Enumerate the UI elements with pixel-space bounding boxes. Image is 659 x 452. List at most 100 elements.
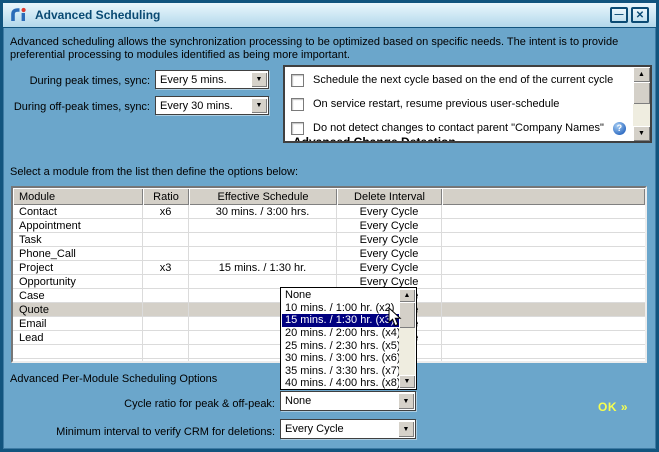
cell-module — [13, 359, 143, 361]
dropdown-item-x5[interactable]: 25 mins. / 2:30 hrs. (x5) — [282, 339, 399, 352]
dropdown-item-x8[interactable]: 40 mins. / 4:00 hrs. (x8) — [282, 377, 399, 390]
cell-ratio — [143, 345, 189, 358]
close-button[interactable]: ✕ — [631, 7, 649, 23]
cell-ratio — [143, 331, 189, 344]
dropdown-item-x3-highlighted[interactable]: 15 mins. / 1:30 hr. (x3) — [282, 314, 399, 327]
cell-schedule: 30 mins. / 3:00 hrs. — [189, 205, 337, 218]
dropdown-item-x7[interactable]: 35 mins. / 3:30 hrs. (x7) — [282, 365, 399, 378]
cell-empty — [442, 275, 645, 288]
table-row-contact[interactable]: Contact x6 30 mins. / 3:00 hrs. Every Cy… — [13, 205, 645, 219]
clipped-section-heading: Advanced Change Detection — [293, 135, 456, 143]
mouse-cursor — [388, 307, 402, 327]
cell-empty — [442, 331, 645, 344]
per-module-options-heading: Advanced Per-Module Scheduling Options — [10, 373, 218, 385]
cell-schedule — [189, 219, 337, 232]
chevron-down-icon[interactable]: ▼ — [398, 421, 414, 437]
column-header-module[interactable]: Module — [13, 188, 143, 205]
offpeak-sync-combobox[interactable]: Every 30 mins. ▼ — [155, 96, 269, 115]
scroll-down-icon[interactable]: ▼ — [399, 375, 415, 388]
ok-button[interactable]: OK » — [598, 400, 628, 414]
dropdown-item-x6[interactable]: 30 mins. / 3:00 hrs. (x6) — [282, 352, 399, 365]
scrollbar-thumb[interactable] — [633, 82, 650, 104]
checkbox-schedule-next-cycle[interactable] — [291, 73, 304, 87]
cell-empty — [442, 233, 645, 246]
dropdown-item-none[interactable]: None — [282, 289, 399, 302]
checkbox-label[interactable]: Do not detect changes to contact parent … — [313, 122, 604, 134]
cell-ratio — [143, 219, 189, 232]
scroll-up-icon[interactable]: ▲ — [399, 289, 415, 302]
table-header-row: Module Ratio Effective Schedule Delete I… — [13, 188, 645, 205]
cell-schedule — [189, 233, 337, 246]
dropdown-item-x4[interactable]: 20 mins. / 2:00 hrs. (x4) — [282, 327, 399, 340]
column-header-empty[interactable] — [442, 188, 645, 205]
minimize-button[interactable]: — — [610, 7, 628, 23]
cell-delete-interval: Every Cycle — [337, 219, 442, 232]
peak-sync-combobox[interactable]: Every 5 mins. ▼ — [155, 70, 269, 89]
cell-ratio: x3 — [143, 261, 189, 274]
cell-ratio — [143, 289, 189, 302]
offpeak-sync-value: Every 30 mins. — [160, 99, 233, 112]
cell-module: Phone_Call — [13, 247, 143, 260]
combo-arrow-glyph: ▼ — [402, 425, 410, 433]
cycle-ratio-combobox[interactable]: None ▼ — [280, 391, 416, 411]
cell-module: Lead — [13, 331, 143, 344]
delete-interval-label: Minimum interval to verify CRM for delet… — [56, 426, 275, 438]
cell-module: Project — [13, 261, 143, 274]
cell-module: Opportunity — [13, 275, 143, 288]
option-row-no-detect-changes[interactable]: Do not detect changes to contact parent … — [291, 121, 626, 135]
help-glyph: ? — [616, 123, 623, 133]
checkbox-label[interactable]: On service restart, resume previous user… — [313, 98, 559, 110]
window-title: Advanced Scheduling — [35, 8, 161, 22]
combo-arrow-glyph: ▼ — [255, 102, 263, 109]
cell-module: Email — [13, 317, 143, 330]
checkbox-service-restart[interactable] — [291, 97, 304, 111]
options-scrollbar[interactable]: ▲ ▼ — [633, 67, 650, 141]
table-row-appointment[interactable]: Appointment Every Cycle — [13, 219, 645, 233]
cell-empty — [442, 219, 645, 232]
chevron-down-icon[interactable]: ▼ — [398, 393, 414, 409]
cell-ratio — [143, 275, 189, 288]
scroll-up-glyph: ▲ — [638, 71, 645, 78]
module-table-instruction: Select a module from the list then defin… — [10, 166, 299, 178]
cell-module — [13, 345, 143, 358]
titlebar[interactable]: Advanced Scheduling — ✕ — [3, 3, 656, 28]
peak-sync-label: During peak times, sync: — [29, 75, 150, 87]
cell-delete-interval: Every Cycle — [337, 247, 442, 260]
scroll-up-icon[interactable]: ▲ — [633, 67, 650, 82]
column-header-ratio[interactable]: Ratio — [143, 188, 189, 205]
cell-module: Case — [13, 289, 143, 302]
combo-arrow-glyph: ▼ — [402, 397, 410, 405]
cell-ratio — [143, 247, 189, 260]
column-header-effective-schedule[interactable]: Effective Schedule — [189, 188, 337, 205]
chevron-down-icon[interactable]: ▼ — [251, 72, 267, 87]
help-icon[interactable]: ? — [612, 121, 626, 135]
advanced-scheduling-dialog: Advanced Scheduling — ✕ Advanced schedul… — [0, 0, 659, 452]
cell-empty — [442, 289, 645, 302]
cell-empty — [442, 345, 645, 358]
cell-schedule — [189, 247, 337, 260]
combo-arrow-glyph: ▼ — [255, 76, 263, 83]
option-row-schedule-next-cycle[interactable]: Schedule the next cycle based on the end… — [291, 73, 613, 87]
dropdown-scrollbar[interactable]: ▲ ▼ — [399, 289, 415, 388]
column-header-delete-interval[interactable]: Delete Interval — [337, 188, 442, 205]
chevron-down-icon[interactable]: ▼ — [251, 98, 267, 113]
description-text: Advanced scheduling allows the synchroni… — [10, 36, 619, 61]
delete-interval-value: Every Cycle — [285, 423, 344, 435]
table-row-project[interactable]: Project x3 15 mins. / 1:30 hr. Every Cyc… — [13, 261, 645, 275]
scroll-down-icon[interactable]: ▼ — [633, 126, 650, 141]
option-row-service-restart[interactable]: On service restart, resume previous user… — [291, 97, 559, 111]
delete-interval-combobox[interactable]: Every Cycle ▼ — [280, 419, 416, 439]
cell-ratio — [143, 359, 189, 361]
cell-empty — [442, 359, 645, 361]
checkbox-label[interactable]: Schedule the next cycle based on the end… — [313, 74, 613, 86]
table-row-task[interactable]: Task Every Cycle — [13, 233, 645, 247]
cell-module: Task — [13, 233, 143, 246]
dropdown-item-x2[interactable]: 10 mins. / 1:00 hr. (x2) — [282, 302, 399, 315]
table-row-phone-call[interactable]: Phone_Call Every Cycle — [13, 247, 645, 261]
scroll-down-glyph: ▼ — [403, 378, 411, 385]
cell-delete-interval: Every Cycle — [337, 233, 442, 246]
cell-empty — [442, 303, 645, 316]
checkbox-no-detect-changes[interactable] — [291, 121, 304, 135]
cell-ratio — [143, 303, 189, 316]
cell-module: Appointment — [13, 219, 143, 232]
